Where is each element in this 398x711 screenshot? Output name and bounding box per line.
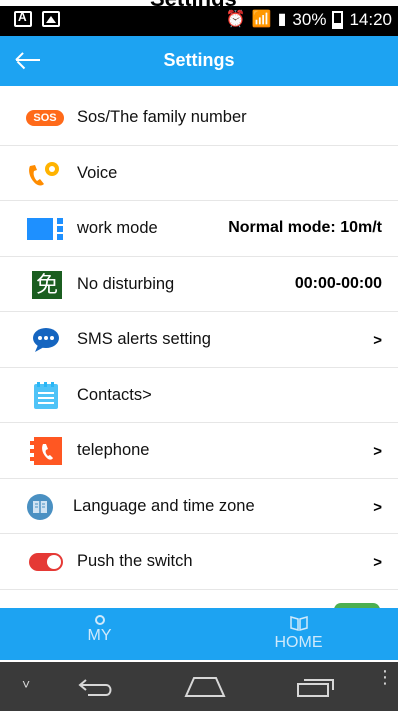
battery-percent: 30% [292, 10, 327, 29]
status-left-icons [14, 10, 60, 27]
page-title: Settings [163, 50, 235, 70]
settings-item-label: Contacts> [77, 385, 152, 404]
settings-item-label: SMS alerts setting [77, 330, 211, 348]
language-icon [26, 493, 66, 521]
hidden-settings-row [0, 590, 398, 617]
alarm-icon: ⏰ [225, 11, 246, 28]
settings-item-telephone[interactable]: telephone > [0, 423, 398, 479]
settings-item-label: work mode [77, 219, 158, 237]
home-icon[interactable] [184, 676, 226, 698]
settings-item-label: Sos/The family number [77, 108, 247, 126]
user-icon [94, 615, 105, 625]
settings-item-label: Voice [77, 163, 118, 182]
settings-item-label: No disturbing [77, 274, 175, 293]
clock: 14:20 [349, 10, 392, 29]
settings-item-voice[interactable]: Voice [0, 146, 398, 201]
contacts-icon [26, 381, 66, 410]
settings-item-sms-alerts[interactable]: SMS alerts setting > [0, 312, 398, 368]
image-notification-icon [42, 11, 60, 27]
bottom-nav: MY HOME [0, 608, 398, 660]
chevron-right-icon: > [373, 498, 382, 516]
chevron-down-icon[interactable]: ˅ [22, 676, 30, 692]
settings-list: SOS Sos/The family number Voice work mod… [0, 90, 398, 590]
settings-item-no-disturbing[interactable]: 免 No disturbing 00:00-00:00 [0, 257, 398, 312]
recent-apps-icon[interactable] [296, 676, 336, 698]
settings-item-label: telephone [77, 441, 150, 459]
more-vert-icon[interactable]: ⋮ [376, 668, 394, 686]
chat-bubble-icon [26, 326, 66, 354]
chevron-right-icon: > [373, 554, 382, 571]
settings-item-contacts[interactable]: Contacts> [0, 368, 398, 423]
no-disturbing-value: 00:00-00:00 [294, 274, 382, 292]
telephone-icon [26, 437, 66, 465]
nav-my[interactable]: MY [0, 612, 199, 645]
nav-home[interactable]: HOME [199, 612, 398, 652]
settings-item-label: Language and time zone [73, 496, 255, 515]
settings-item-label: Push the switch [77, 552, 193, 570]
sos-icon: SOS [26, 104, 66, 132]
app-header: Settings [0, 36, 398, 86]
no-disturbing-icon: 免 [26, 270, 66, 299]
battery-icon [332, 11, 344, 29]
settings-item-sos[interactable]: SOS Sos/The family number [0, 90, 398, 146]
settings-item-work-mode[interactable]: work mode Normal mode: 10m/t [0, 201, 398, 257]
book-icon [289, 616, 308, 631]
notification-icon [14, 10, 32, 27]
chevron-right-icon: > [373, 443, 382, 460]
settings-item-push-switch[interactable]: Push the switch > [0, 534, 398, 590]
toggle-icon [26, 548, 66, 576]
voice-icon [26, 160, 66, 188]
chevron-right-icon: > [373, 332, 382, 349]
nav-my-label: MY [87, 627, 112, 644]
work-mode-value: Normal mode: 10m/t [228, 219, 382, 236]
settings-item-language-timezone[interactable]: Language and time zone > [0, 479, 398, 534]
status-right-icons: ⏰ 📶 ▮ 30% 14:20 [226, 10, 392, 30]
wifi-icon: 📶 [251, 11, 272, 28]
status-bar: ⏰ 📶 ▮ 30% 14:20 [0, 6, 398, 36]
work-mode-icon [26, 215, 66, 243]
nav-home-label: HOME [274, 634, 323, 651]
signal-icon: ▮ [277, 11, 287, 28]
system-nav-bar: ˅ ⋮ [0, 662, 398, 711]
back-icon[interactable] [78, 676, 116, 698]
